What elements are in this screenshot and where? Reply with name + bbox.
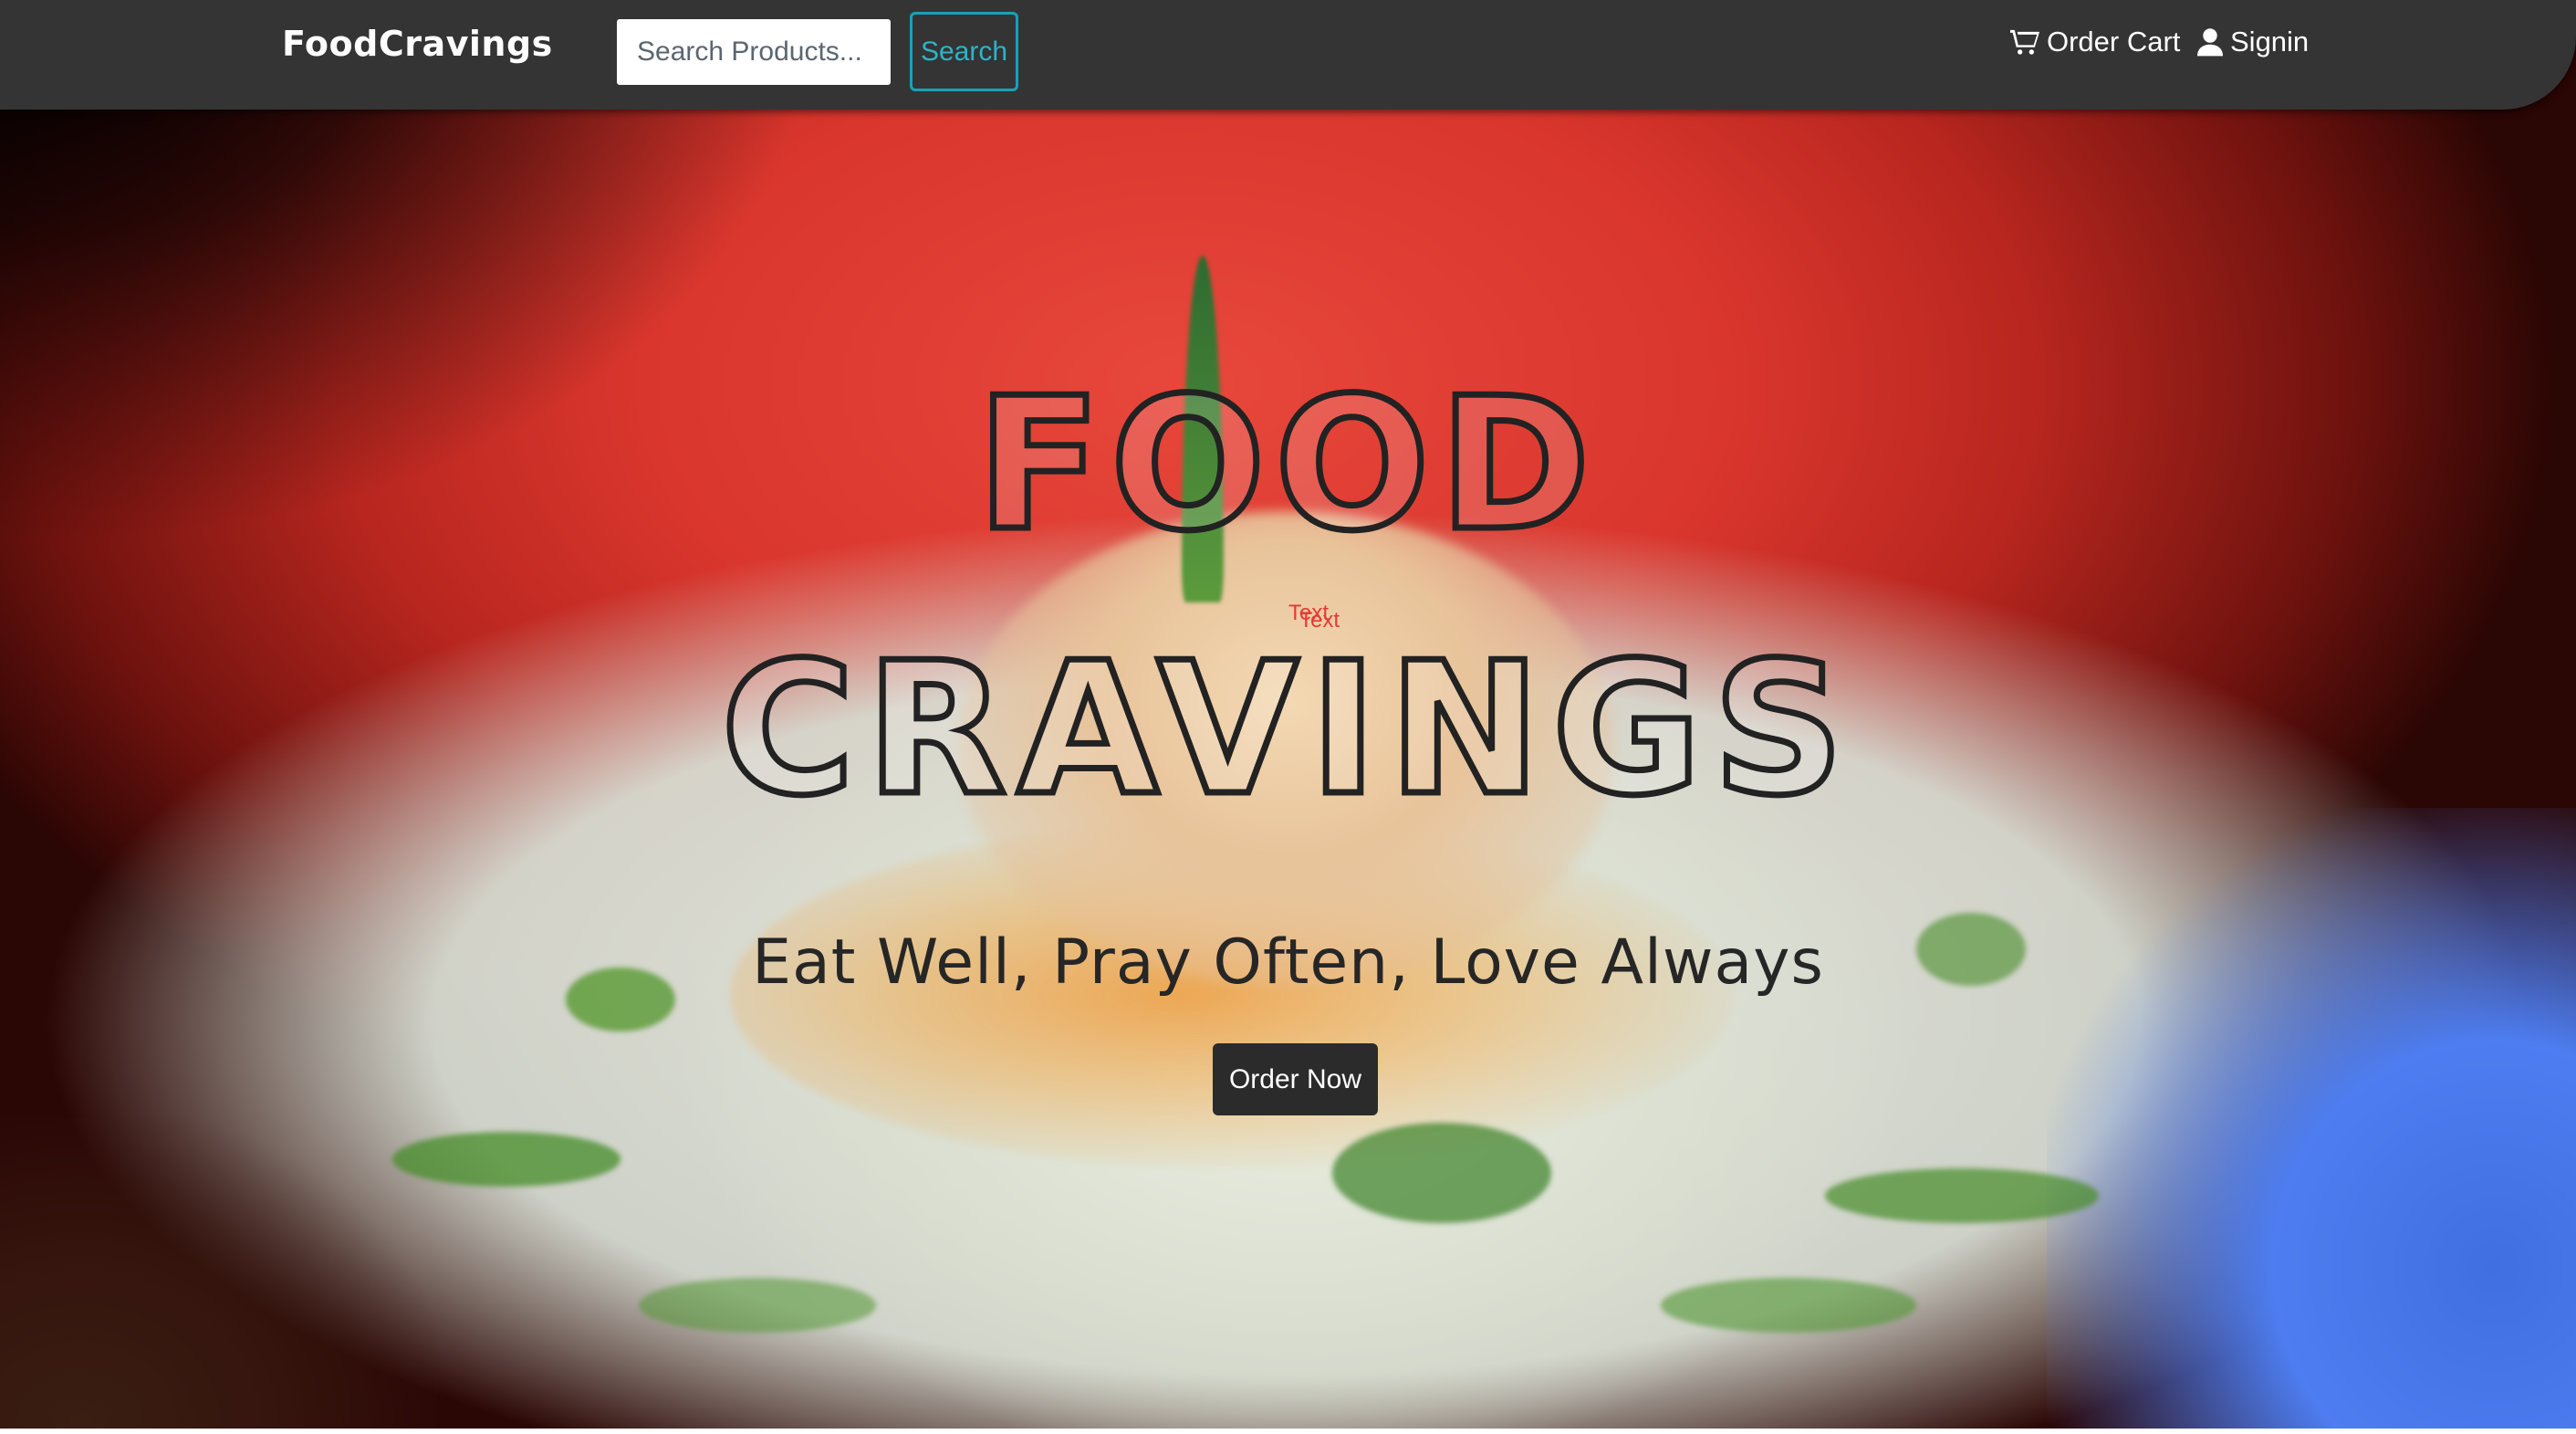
hero-green-garnish bbox=[1825, 1168, 2099, 1223]
order-now-button[interactable]: Order Now bbox=[1213, 1043, 1378, 1115]
search-input[interactable] bbox=[617, 19, 891, 85]
hero-title-food: FOOD bbox=[974, 359, 1600, 571]
hero-title-cravings: CRAVINGS bbox=[718, 623, 1855, 836]
hero-green-garnish bbox=[1661, 1278, 1916, 1333]
order-cart-label: Order Cart bbox=[2047, 26, 2181, 58]
hero-plate-blue-rim bbox=[2047, 808, 2576, 1429]
hero-green-garnish bbox=[392, 1132, 621, 1187]
shopping-cart-icon bbox=[2010, 28, 2039, 56]
top-navbar: FoodCravings Search Order Cart Signin bbox=[0, 0, 2576, 110]
hero-green-garnish bbox=[639, 1278, 876, 1333]
signin-label: Signin bbox=[2230, 26, 2310, 58]
brand-logo[interactable]: FoodCravings bbox=[282, 24, 553, 64]
signin-link[interactable]: Signin bbox=[2197, 26, 2309, 58]
hero-table-shadow bbox=[0, 1118, 438, 1429]
hero-green-garnish bbox=[1332, 1123, 1551, 1223]
search-button[interactable]: Search bbox=[910, 12, 1018, 91]
hero-tagline: Eat Well, Pray Often, Love Always bbox=[752, 926, 1824, 999]
user-icon bbox=[2197, 27, 2223, 57]
order-cart-link[interactable]: Order Cart bbox=[2010, 26, 2180, 58]
debug-text-label: Text bbox=[1299, 608, 1340, 633]
